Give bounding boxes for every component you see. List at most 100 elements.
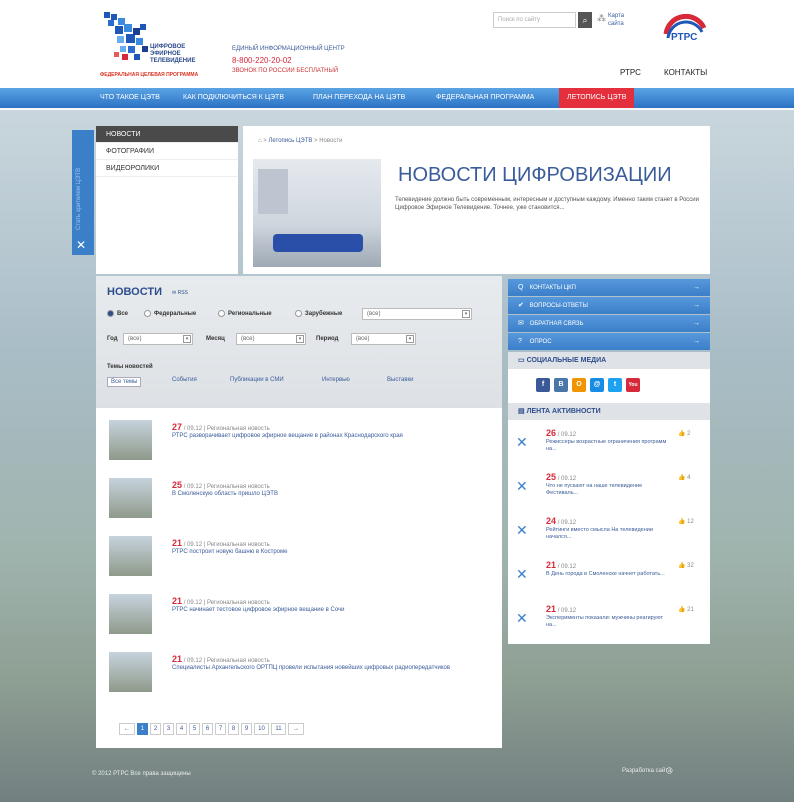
facebook-icon[interactable]: f	[536, 378, 550, 392]
filters-title: НОВОСТИ	[107, 286, 163, 298]
toplink-contacts[interactable]: КОНТАКТЫ	[664, 68, 707, 77]
poll-icon: ?	[518, 338, 522, 345]
section-nav-videos[interactable]: ВИДЕОРОЛИКИ	[96, 160, 238, 177]
news-title[interactable]: РТРС разворачивает цифровое эфирное веща…	[172, 432, 492, 440]
year-select[interactable]: (все) ▾	[123, 333, 193, 345]
like-count[interactable]: 👍 2	[678, 430, 691, 437]
list-item[interactable]: ✕ 24 / 09.12 Рейтинги вместо смысла На т…	[516, 516, 702, 556]
breadcrumb-section[interactable]: Летопись ЦЭТВ	[268, 138, 312, 144]
mailru-icon[interactable]: @	[590, 378, 604, 392]
developer-logo-icon[interactable]: ◯	[666, 767, 673, 774]
news-title[interactable]: Специалисты Архангельского ОРТПЦ провели…	[172, 664, 492, 672]
like-count[interactable]: 👍 21	[678, 606, 694, 613]
page-1[interactable]: 1	[137, 723, 148, 735]
become-viewer-tab[interactable]: Стать зрителем ЦЭТВ	[72, 130, 94, 255]
radio-regional[interactable]: Региональные	[218, 310, 272, 317]
nav-federal-program[interactable]: ФЕДЕРАЛЬНАЯ ПРОГРАММА	[436, 88, 534, 108]
rss-link[interactable]: ✉ RSS	[172, 290, 188, 296]
nav-transition-plan[interactable]: ПЛАН ПЕРЕХОДА НА ЦЭТВ	[313, 88, 405, 108]
search-input[interactable]: Поиск по сайту	[493, 12, 576, 28]
news-thumbnail[interactable]	[109, 652, 152, 692]
activity-text[interactable]: В День города в Смоленске начнет работат…	[546, 571, 674, 578]
developer-link[interactable]: Разработка сайта	[622, 768, 671, 774]
hero-block: ⌂ > Летопись ЦЭТВ > Новости НОВОСТИ ЦИФР…	[243, 126, 710, 274]
page-10[interactable]: 10	[254, 723, 269, 735]
radio-foreign[interactable]: Зарубежные	[295, 310, 342, 317]
radio-federal[interactable]: Федеральные	[144, 310, 196, 317]
hotline-phone[interactable]: 8-800-220-20-02	[232, 55, 345, 66]
butterfly-icon: ✕	[516, 610, 528, 626]
section-nav-news[interactable]: НОВОСТИ	[96, 126, 238, 143]
logo-line-1: ЦИФРОВОЕ	[150, 44, 186, 50]
rtrs-logo[interactable]: РТРС	[660, 8, 710, 48]
page-9[interactable]: 9	[241, 723, 252, 735]
page-7[interactable]: 7	[215, 723, 226, 735]
topic-exhibitions[interactable]: Выставки	[387, 377, 414, 383]
poll-button[interactable]: ? ОПРОС →	[508, 333, 710, 350]
page-2[interactable]: 2	[150, 723, 161, 735]
radio-dot	[107, 310, 114, 317]
butterfly-icon[interactable]: ✕	[76, 238, 86, 252]
page-next[interactable]: →	[288, 723, 304, 735]
toplink-rtrs[interactable]: РТРС	[620, 68, 641, 77]
topic-interview[interactable]: Интервью	[322, 377, 350, 383]
news-title[interactable]: РТРС начинает тестовое цифровое эфирное …	[172, 606, 492, 614]
nav-what-is[interactable]: ЧТО ТАКОЕ ЦЭТВ	[100, 88, 160, 108]
nav-how-connect[interactable]: КАК ПОДКЛЮЧИТЬСЯ К ЦЭТВ	[183, 88, 284, 108]
activity-text[interactable]: Что не пускают на наше телевидение Фести…	[546, 483, 674, 497]
radio-all[interactable]: Все	[107, 310, 128, 317]
year-select-value: (все)	[128, 336, 142, 342]
activity-text[interactable]: Эксперименты показали: мужчины реагируют…	[546, 615, 674, 629]
check-icon: ✔	[518, 302, 524, 309]
activity-date: 21 / 09.12	[546, 604, 577, 614]
page-4[interactable]: 4	[176, 723, 187, 735]
topic-events[interactable]: События	[172, 377, 197, 383]
region-select-value: (все)	[367, 311, 381, 317]
social-title: СОЦИАЛЬНЫЕ МЕДИА	[526, 357, 607, 364]
twitter-icon[interactable]: t	[608, 378, 622, 392]
activity-text[interactable]: Рейтинги вместо смысла На телевидении на…	[546, 527, 674, 541]
sitemap-icon[interactable]: ⁂	[597, 13, 606, 23]
news-thumbnail[interactable]	[109, 536, 152, 576]
news-thumbnail[interactable]	[109, 420, 152, 460]
activity-text[interactable]: Режиссеры возрастные ограничения програм…	[546, 439, 674, 453]
page-3[interactable]: 3	[163, 723, 174, 735]
page-8[interactable]: 8	[228, 723, 239, 735]
topic-media[interactable]: Публикации в СМИ	[230, 377, 284, 383]
like-count[interactable]: 👍 4	[678, 474, 691, 481]
page-6[interactable]: 6	[202, 723, 213, 735]
faq-button[interactable]: ✔ ВОПРОСЫ-ОТВЕТЫ →	[508, 297, 710, 314]
odnoklassniki-icon[interactable]: О	[572, 378, 586, 392]
period-select[interactable]: (все) ▾	[351, 333, 416, 345]
section-nav: НОВОСТИ ФОТОГРАФИИ ВИДЕОРОЛИКИ	[96, 126, 238, 274]
search-button[interactable]: ⌕	[578, 12, 592, 28]
section-nav-photos[interactable]: ФОТОГРАФИИ	[96, 143, 238, 160]
news-title[interactable]: В Смоленскую область пришло ЦЭТВ	[172, 490, 492, 498]
youtube-icon[interactable]: You	[626, 378, 640, 392]
news-thumbnail[interactable]	[109, 594, 152, 634]
list-item[interactable]: ✕ 26 / 09.12 Режиссеры возрастные ограни…	[516, 428, 702, 468]
news-thumbnail[interactable]	[109, 478, 152, 518]
feedback-button[interactable]: ✉ ОБРАТНАЯ СВЯЗЬ →	[508, 315, 710, 332]
topic-all[interactable]: Все темы	[107, 377, 142, 387]
list-item[interactable]: ✕ 25 / 09.12 Что не пускают на наше теле…	[516, 472, 702, 512]
contacts-button[interactable]: Q КОНТАКТЫ ЦКП →	[508, 279, 710, 296]
list-item[interactable]: ✕ 21 / 09.12 Эксперименты показали: мужч…	[516, 604, 702, 644]
month-select[interactable]: (все) ▾	[236, 333, 306, 345]
period-select-value: (все)	[356, 336, 370, 342]
page-5[interactable]: 5	[189, 723, 200, 735]
like-count[interactable]: 👍 32	[678, 562, 694, 569]
arrow-right-icon: →	[693, 338, 700, 345]
home-icon[interactable]: ⌂	[258, 138, 262, 144]
news-date: 27 / 09.12 | Региональная новость	[172, 422, 270, 432]
vkontakte-icon[interactable]: B	[554, 378, 568, 392]
social-icons: f B О @ t You	[508, 369, 710, 403]
like-count[interactable]: 👍 12	[678, 518, 694, 525]
page-prev[interactable]: ←	[119, 723, 135, 735]
page-11[interactable]: 11	[271, 723, 286, 735]
news-title[interactable]: РТРС построит новую башню в Костроме	[172, 548, 492, 556]
list-item[interactable]: ✕ 21 / 09.12 В День города в Смоленске н…	[516, 560, 702, 600]
nav-chronicle[interactable]: ЛЕТОПИСЬ ЦЭТВ	[559, 88, 635, 108]
sitemap-link[interactable]: Карта сайта	[608, 12, 624, 28]
region-select[interactable]: (все) ▾	[362, 308, 472, 320]
